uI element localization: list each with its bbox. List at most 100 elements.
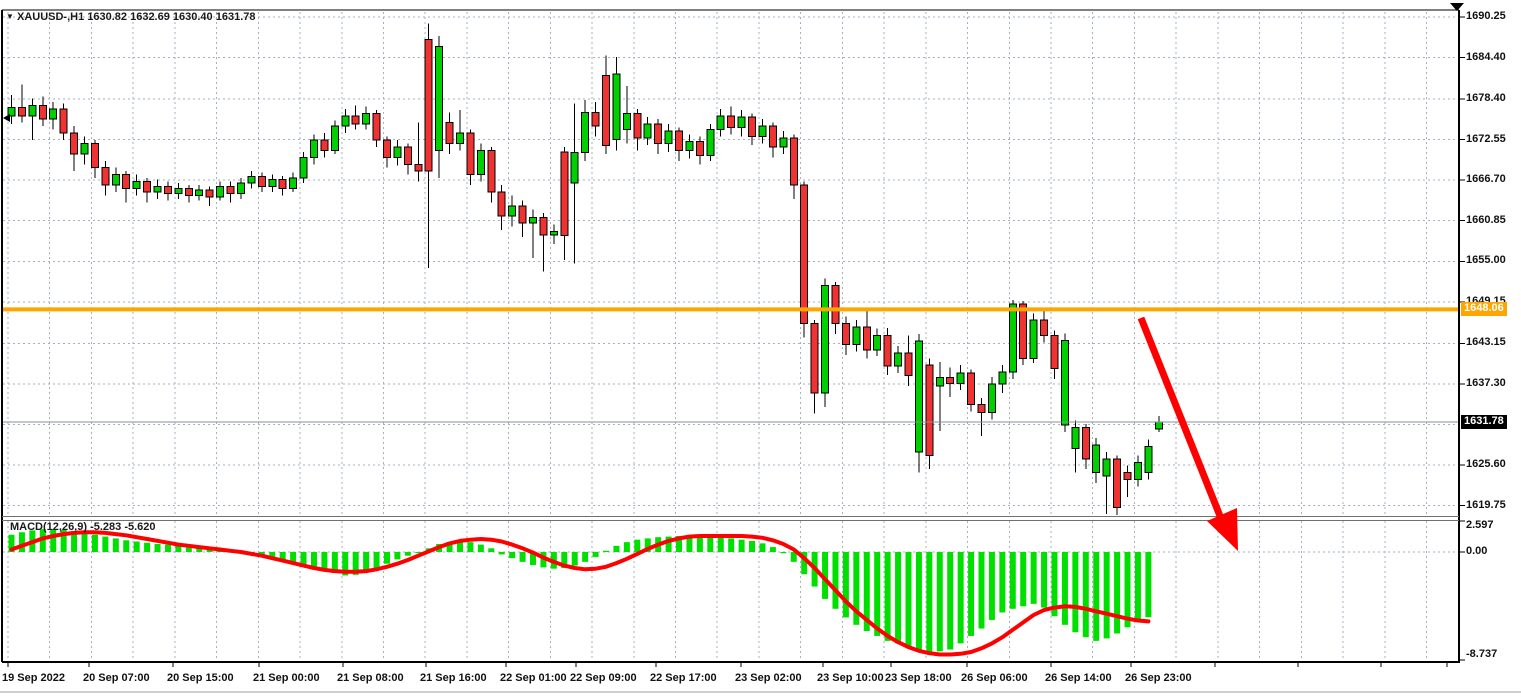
macd-histogram-bar — [759, 543, 765, 552]
candle-body — [561, 152, 568, 236]
macd-histogram-bar — [885, 552, 891, 641]
macd-histogram-bar — [165, 545, 171, 552]
candle-body — [425, 40, 432, 172]
candle-body — [133, 182, 140, 189]
candle-body — [352, 116, 359, 124]
macd-histogram-bar — [1145, 552, 1151, 617]
macd-indicator-label: MACD(12,26,9) -5.283 -5.620 — [10, 521, 156, 533]
macd-histogram-bar — [978, 552, 984, 629]
candle-body — [269, 180, 276, 187]
chart-canvas[interactable] — [0, 0, 1521, 698]
down-arrow-shaft[interactable] — [1141, 318, 1220, 516]
candle-body — [456, 133, 463, 143]
candle-body — [446, 123, 453, 144]
candle-body — [81, 143, 88, 153]
candle-body — [655, 124, 662, 143]
macd-histogram-bar — [290, 552, 296, 562]
macd-histogram-bar — [1072, 552, 1078, 632]
time-axis-label: 23 Sep 18:00 — [885, 672, 952, 684]
chart-window[interactable]: ▼ XAUUSD-,H1 1630.82 1632.69 1630.40 163… — [0, 0, 1521, 698]
macd-histogram-bar — [780, 552, 786, 553]
candle-body — [404, 147, 411, 164]
macd-histogram-bar — [499, 552, 505, 554]
candle-body — [310, 140, 317, 157]
macd-histogram-bar — [947, 552, 953, 650]
price-axis-label: 1655.00 — [1466, 254, 1506, 266]
candle-body — [665, 131, 672, 143]
macd-histogram-bar — [874, 552, 880, 636]
macd-histogram-bar — [968, 552, 974, 636]
candle-body — [321, 140, 328, 150]
time-axis-label: 21 Sep 08:00 — [337, 672, 404, 684]
candle-body — [926, 365, 933, 455]
candle-body — [509, 206, 516, 216]
chart-title: ▼ XAUUSD-,H1 1630.82 1632.69 1630.40 163… — [6, 11, 256, 23]
macd-histogram-bar — [926, 552, 932, 653]
macd-histogram-bar — [707, 537, 713, 552]
candle-body — [978, 405, 985, 413]
macd-histogram-bar — [613, 546, 619, 552]
candle-body — [811, 324, 818, 393]
candle-body — [112, 175, 119, 185]
down-arrow-head[interactable] — [1207, 508, 1238, 551]
macd-histogram-bar — [155, 544, 161, 552]
candle-body — [1103, 459, 1110, 476]
candle-body — [383, 140, 390, 157]
macd-histogram-bar — [989, 552, 995, 620]
macd-histogram-bar — [405, 552, 411, 556]
symbol-dropdown-icon[interactable]: ▼ — [6, 12, 14, 21]
macd-histogram-bar — [634, 540, 640, 552]
candle-body — [988, 384, 995, 412]
candle-body — [206, 190, 213, 197]
candle-body — [498, 192, 505, 216]
macd-histogram-bar — [1083, 552, 1089, 637]
candle-body — [540, 218, 547, 235]
hline-price-tag: 1648.06 — [1461, 302, 1507, 316]
macd-histogram-bar — [624, 542, 630, 552]
candle-body — [342, 116, 349, 126]
candle-body — [634, 114, 641, 138]
macd-histogram-bar — [905, 552, 911, 648]
time-axis-label: 26 Sep 06:00 — [961, 672, 1028, 684]
candle-body — [300, 157, 307, 178]
macd-histogram-bar — [1104, 552, 1110, 638]
candle-body — [968, 373, 975, 405]
price-axis-label: 1666.70 — [1466, 173, 1506, 185]
candle-body — [1030, 320, 1037, 358]
candle-body — [373, 114, 380, 140]
candle-body — [91, 143, 98, 167]
candle-body — [905, 353, 912, 376]
macd-histogram-bar — [937, 552, 943, 651]
macd-histogram-bar — [739, 540, 745, 552]
macd-histogram-bar — [958, 552, 964, 643]
resistance-hline[interactable] — [3, 307, 1459, 311]
candle-body — [728, 116, 735, 128]
candle-body — [790, 138, 797, 185]
candle-body — [801, 185, 808, 324]
candle-body — [780, 138, 787, 147]
macd-histogram-bar — [582, 552, 588, 562]
candle-body — [1061, 340, 1068, 425]
time-axis-label: 22 Sep 17:00 — [650, 672, 717, 684]
candle-body — [582, 112, 589, 152]
candle-body — [1020, 304, 1027, 358]
candle-body — [196, 190, 203, 196]
macd-histogram-bar — [1135, 552, 1141, 621]
price-axis-label: 1619.75 — [1466, 499, 1506, 511]
macd-histogram-bar — [1062, 552, 1068, 625]
macd-histogram-bar — [113, 538, 119, 552]
time-axis-label: 23 Sep 10:00 — [817, 672, 884, 684]
candle-body — [436, 46, 443, 150]
candle-body — [1051, 335, 1058, 368]
price-axis-label: 1672.55 — [1466, 133, 1506, 145]
macd-histogram-bar — [1093, 552, 1099, 641]
macd-histogram-bar — [749, 541, 755, 552]
candle-body — [915, 341, 922, 452]
macd-histogram-bar — [770, 547, 776, 552]
candle-body — [947, 378, 954, 384]
time-axis-label: 23 Sep 02:00 — [735, 672, 802, 684]
macd-histogram-bar — [916, 552, 922, 652]
candle-body — [18, 107, 25, 115]
macd-histogram-bar — [895, 552, 901, 643]
macd-histogram-bar — [718, 538, 724, 552]
